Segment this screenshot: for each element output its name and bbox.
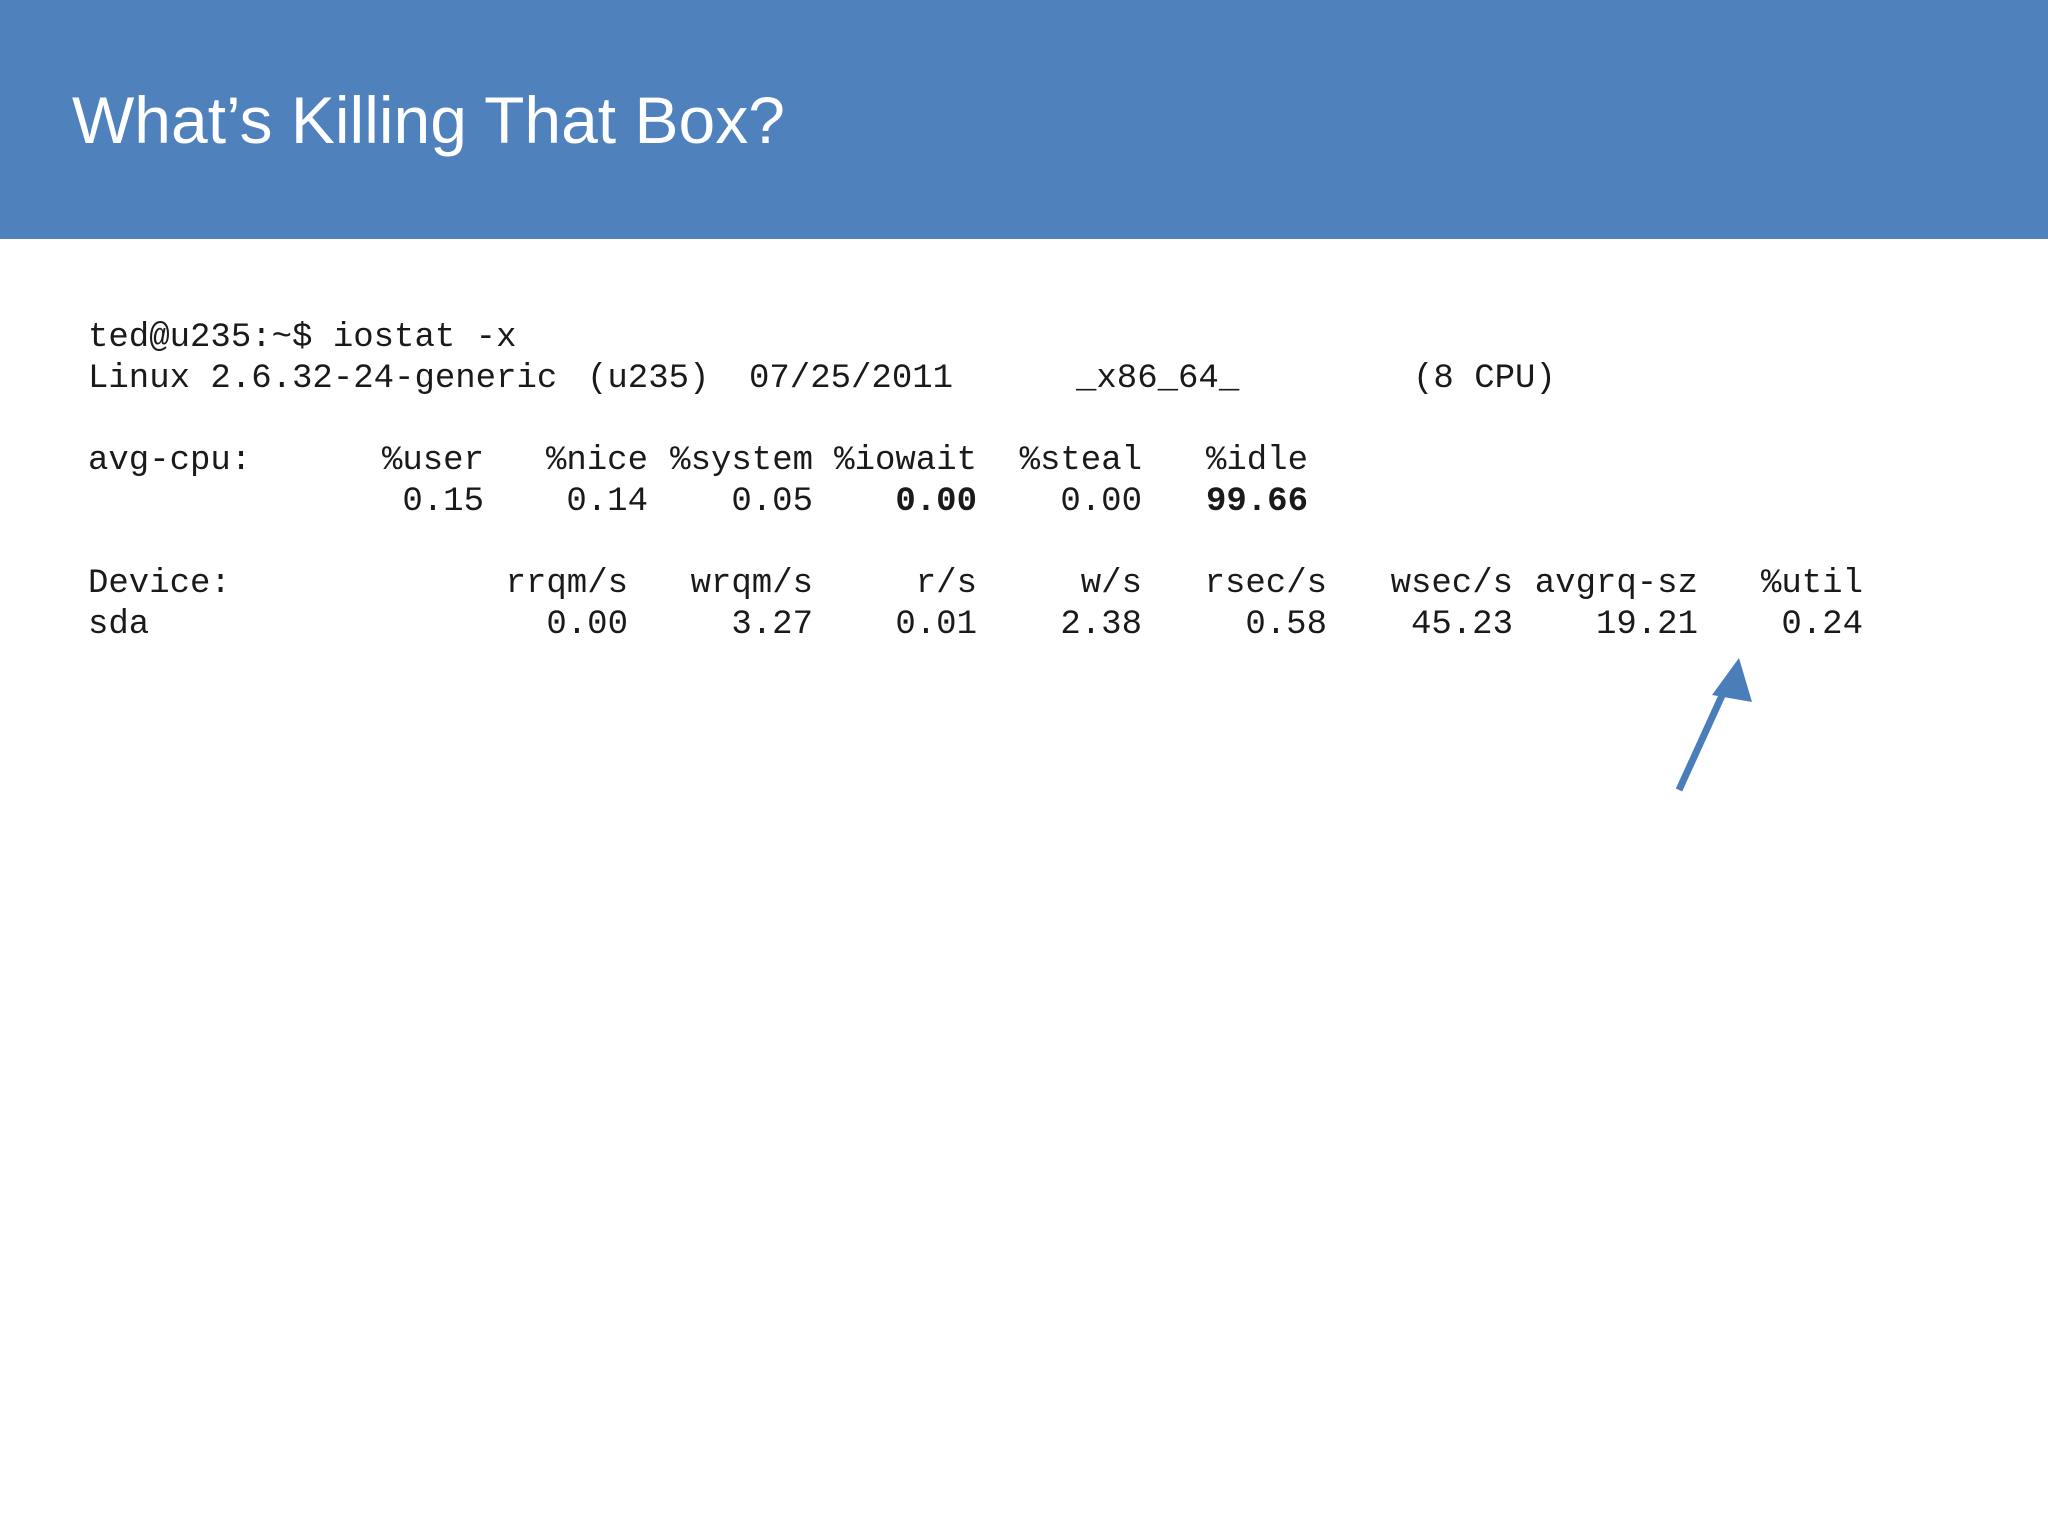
device-value-wrqm: 3.27 [731, 606, 813, 644]
cpu-value-iowait: 0.00 [895, 483, 977, 521]
system-info-line: Linux 2.6.32-24-generic (u235) 07/25/201… [88, 359, 1588, 399]
cpu-count: (8 CPU) [1413, 360, 1556, 398]
cpu-header-steal: %steal [1019, 442, 1142, 480]
title-bar: What’s Killing That Box? [0, 0, 2048, 239]
hostname: (u235) [587, 360, 710, 398]
device-header-reads: r/s [915, 565, 977, 603]
device-header-util: %util [1760, 565, 1863, 603]
slide: What’s Killing That Box? ted@u235:~$ ios… [0, 0, 2048, 1536]
command-prompt: ted@u235:~$ iostat -x [88, 319, 517, 357]
device-header-writes: w/s [1080, 565, 1142, 603]
slide-title: What’s Killing That Box? [72, 83, 785, 157]
report-date: 07/25/2011 [749, 360, 954, 398]
cpu-header-idle: %idle [1205, 442, 1308, 480]
cpu-header-system: %system [670, 442, 813, 480]
command-line: ted@u235:~$ iostat -x [88, 318, 516, 358]
device-value-reads: 0.01 [895, 606, 977, 644]
device-value-wsec: 45.23 [1410, 606, 1513, 644]
kernel-version: Linux 2.6.32-24-generic [88, 360, 558, 398]
arrow-up-right-icon [1675, 658, 1752, 792]
device-header-row: Device: rrqm/s wrqm/s r/s w/s rsec/s wse… [88, 564, 1863, 604]
device-values-row: sda 0.00 3.27 0.01 2.38 0.58 45.23 19.21… [88, 605, 1863, 645]
cpu-header-row: avg-cpu: %user %nice %system %iowait %st… [88, 441, 1588, 481]
cpu-header-user: %user [381, 442, 484, 480]
device-header-rrqm: rrqm/s [505, 565, 628, 603]
terminal-output: ted@u235:~$ iostat -x Linux 2.6.32-24-ge… [88, 318, 1863, 888]
device-value-avgrq-sz: 19.21 [1595, 606, 1698, 644]
device-header-avgrq-sz: avgrq-sz [1534, 565, 1698, 603]
cpu-value-steal: 0.00 [1060, 483, 1142, 521]
cpu-value-system: 0.05 [731, 483, 813, 521]
device-value-util: 0.24 [1781, 606, 1863, 644]
device-name: sda [88, 606, 150, 644]
device-label: Device: [88, 565, 231, 603]
cpu-value-user: 0.15 [402, 483, 484, 521]
cpu-header-iowait: %iowait [834, 442, 977, 480]
device-header-wsec: wsec/s [1390, 565, 1513, 603]
cpu-value-nice: 0.14 [566, 483, 648, 521]
device-value-writes: 2.38 [1060, 606, 1142, 644]
cpu-label: avg-cpu: [88, 442, 252, 480]
cpu-header-nice: %nice [545, 442, 648, 480]
architecture: _x86_64_ [1076, 360, 1240, 398]
device-header-wrqm: wrqm/s [690, 565, 813, 603]
cpu-values-row: 0.15 0.14 0.05 0.00 0.00 99.66 [88, 482, 1588, 522]
device-value-rsec: 0.58 [1245, 606, 1327, 644]
device-header-rsec: rsec/s [1204, 565, 1327, 603]
cpu-value-idle: 99.66 [1205, 483, 1308, 521]
device-value-rrqm: 0.00 [546, 606, 628, 644]
